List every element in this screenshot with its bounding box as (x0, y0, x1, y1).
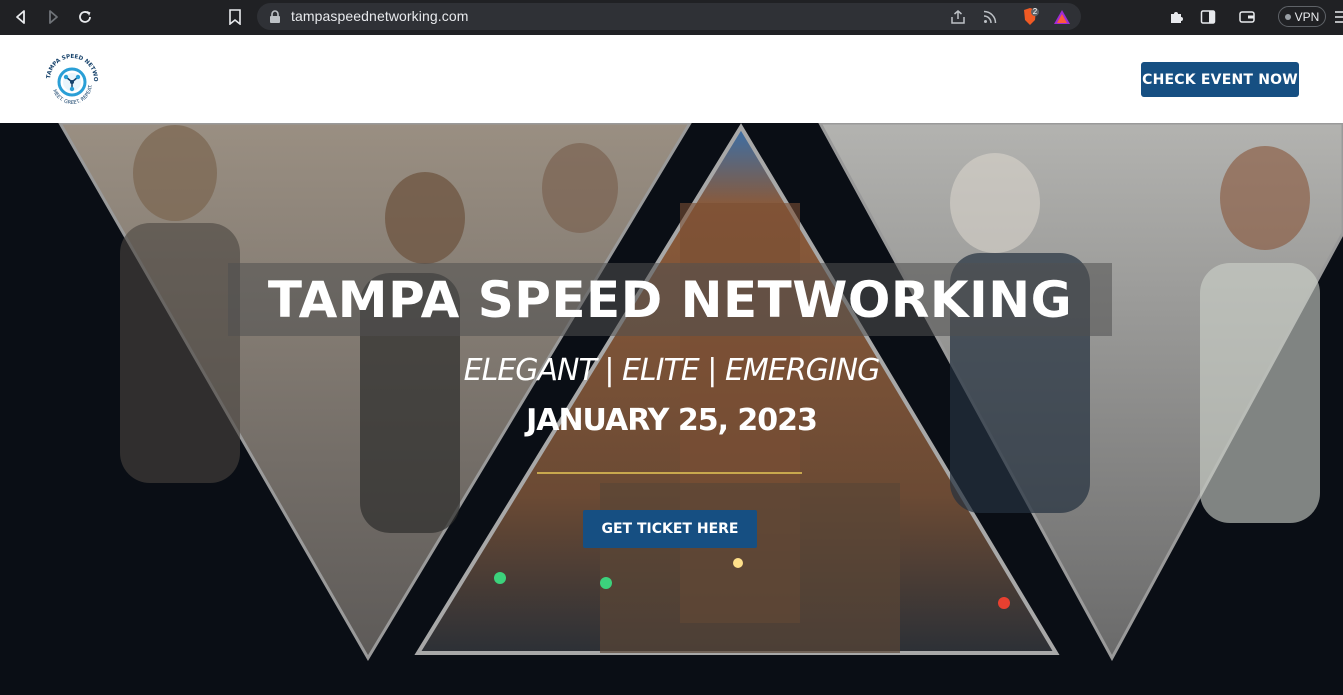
hero-section: TAMPA SPEED NETWORKING ELEGANT | ELITE |… (0, 123, 1343, 695)
sidebar-icon[interactable] (1198, 7, 1218, 27)
brave-rewards-icon[interactable] (1052, 7, 1072, 27)
reload-icon[interactable] (75, 7, 95, 27)
site-header: TAMPA SPEED NETWORKING MEET. GREET. REPE… (0, 35, 1343, 123)
bookmark-icon[interactable] (225, 7, 245, 27)
wallet-icon[interactable] (1237, 7, 1257, 27)
shield-count: 2 (1032, 7, 1038, 16)
get-ticket-button[interactable]: GET TICKET HERE (583, 510, 757, 548)
check-event-button[interactable]: CHECK EVENT NOW (1141, 62, 1299, 97)
rss-icon[interactable] (980, 7, 1000, 27)
menu-icon[interactable] (1331, 7, 1343, 27)
forward-icon[interactable] (43, 7, 63, 27)
event-date: JANUARY 25, 2023 (526, 403, 818, 438)
page-title: TAMPA SPEED NETWORKING (267, 271, 1073, 329)
vpn-label: VPN (1294, 9, 1320, 24)
share-icon[interactable] (948, 7, 968, 27)
url-text[interactable]: tampaspeednetworking.com (291, 8, 469, 24)
back-icon[interactable] (11, 7, 31, 27)
site-logo[interactable]: TAMPA SPEED NETWORKING MEET. GREET. REPE… (38, 44, 104, 112)
brave-shield-icon[interactable]: 2 (1020, 7, 1040, 27)
vpn-status-icon (1284, 13, 1291, 20)
lock-icon[interactable] (265, 7, 285, 27)
tagline: ELEGANT | ELITE | EMERGING (463, 353, 881, 388)
logo-icon: TAMPA SPEED NETWORKING MEET. GREET. REPE… (38, 44, 98, 106)
gold-divider (537, 472, 802, 474)
extensions-icon[interactable] (1166, 7, 1186, 27)
browser-toolbar: tampaspeednetworking.com 2 VPN (0, 0, 1343, 35)
vpn-button[interactable]: VPN (1278, 6, 1326, 27)
